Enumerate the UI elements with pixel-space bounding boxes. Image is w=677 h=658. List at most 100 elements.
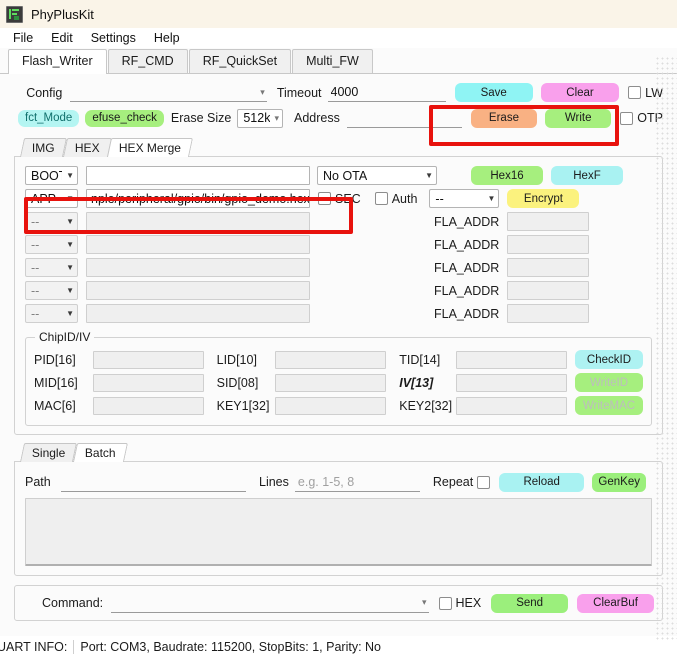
- merge-type-value-4: --: [31, 237, 40, 252]
- command-label: Command:: [42, 596, 104, 610]
- tab-flash-writer[interactable]: Flash_Writer: [8, 49, 107, 74]
- fla-addr-label-6: FLA_ADDR: [434, 283, 500, 298]
- chevron-down-icon: ▼: [66, 285, 74, 295]
- tab-multi-fw[interactable]: Multi_FW: [292, 49, 373, 73]
- chipid-group: ChipID/IV PID[16] LID[10] TID[14] CheckI…: [25, 330, 652, 426]
- hex16-button[interactable]: Hex16: [471, 166, 543, 185]
- menu-item-settings[interactable]: Settings: [83, 29, 144, 47]
- lid-input: [275, 350, 387, 369]
- ota-select-value: No OTA: [323, 168, 368, 183]
- status-bar-separator: [73, 640, 75, 654]
- chipid-row-3: MAC[6] KEY1[32] KEY2[32] WriteMAC: [34, 394, 643, 417]
- merge-row-5: -- ▼ FLA_ADDR: [25, 256, 652, 279]
- batch-tab-strip: Single Batch: [14, 443, 663, 462]
- sec-checkbox-box: [318, 192, 331, 205]
- merge-type-select-boot[interactable]: BOOT ▼: [25, 166, 78, 185]
- efuse-check-badge[interactable]: efuse_check: [85, 109, 164, 127]
- address-label: Address: [293, 111, 340, 125]
- chevron-down-icon: ▼: [66, 308, 74, 318]
- image-notebook: IMG HEX HEX Merge BOOT ▼ No OTA ▼: [14, 138, 663, 435]
- menu-item-file[interactable]: File: [5, 29, 41, 47]
- command-input[interactable]: ▾: [111, 594, 429, 613]
- key1-input: [275, 396, 387, 415]
- right-panel-texture: [655, 56, 677, 641]
- chevron-down-icon: ▾: [421, 597, 427, 607]
- write-mac-button[interactable]: WriteMAC: [574, 396, 643, 415]
- tab-hex[interactable]: HEX: [62, 138, 112, 157]
- tab-hex-label: HEX: [74, 141, 100, 155]
- sid-input: [275, 373, 387, 392]
- merge-path-input-app[interactable]: nple/peripheral/gpio/bin/gpio_demo.hex: [86, 189, 310, 208]
- merge-type-value-6: --: [31, 283, 40, 298]
- auth-checkbox[interactable]: Auth: [374, 192, 417, 206]
- fct-mode-badge[interactable]: fct_Mode: [18, 109, 80, 127]
- merge-type-value-3: --: [31, 214, 40, 229]
- tab-img[interactable]: IMG: [19, 138, 67, 157]
- menu-item-help[interactable]: Help: [146, 29, 188, 47]
- title-bar: PhyPlusKit: [0, 0, 677, 28]
- merge-type-select-5[interactable]: -- ▼: [25, 258, 78, 277]
- fla-addr-label-4: FLA_ADDR: [434, 237, 500, 252]
- tab-hex-merge-label: HEX Merge: [119, 141, 182, 155]
- merge-type-value-app: APP: [31, 191, 57, 206]
- clear-button[interactable]: Clear: [540, 83, 620, 102]
- merge-path-input-3: [86, 212, 310, 231]
- fla-addr-label-7: FLA_ADDR: [434, 306, 500, 321]
- erase-size-select[interactable]: 512k ▾: [237, 108, 283, 128]
- chevron-down-icon: ▼: [66, 170, 74, 180]
- tab-rf-quickset[interactable]: RF_QuickSet: [188, 49, 292, 73]
- tab-rf-cmd[interactable]: RF_CMD: [107, 49, 188, 73]
- write-id-button[interactable]: WriteID: [574, 373, 643, 392]
- iv-label: IV[13]: [399, 375, 434, 390]
- batch-log-area[interactable]: [25, 498, 652, 566]
- flash-writer-panel: Config ▾ Timeout Save Clear LW fct_Mode …: [0, 74, 677, 621]
- address-input[interactable]: [346, 108, 462, 128]
- merge-type-select-app[interactable]: APP ▼: [25, 189, 78, 208]
- batch-path-label: Path: [25, 475, 51, 489]
- check-id-button[interactable]: CheckID: [574, 350, 643, 369]
- encrypt-button[interactable]: Encrypt: [507, 189, 580, 208]
- tab-single[interactable]: Single: [19, 443, 78, 462]
- erase-button[interactable]: Erase: [470, 108, 538, 128]
- batch-path-input[interactable]: [61, 472, 246, 492]
- timeout-input[interactable]: [327, 83, 446, 102]
- config-select[interactable]: ▾: [70, 83, 267, 102]
- fla-addr-input-5: [507, 258, 590, 277]
- merge-type-select-4[interactable]: -- ▼: [25, 235, 78, 254]
- hexf-button[interactable]: HexF: [551, 166, 623, 185]
- menu-item-edit[interactable]: Edit: [43, 29, 81, 47]
- auth-checkbox-box: [374, 192, 388, 205]
- repeat-checkbox[interactable]: Repeat: [432, 475, 491, 489]
- image-tab-strip: IMG HEX HEX Merge: [14, 138, 663, 157]
- reload-button[interactable]: Reload: [499, 472, 585, 492]
- tab-batch[interactable]: Batch: [73, 443, 129, 462]
- key2-label: KEY2[32]: [399, 398, 453, 413]
- merge-type-select-3[interactable]: -- ▼: [25, 212, 78, 231]
- merge-type-select-7[interactable]: -- ▼: [25, 304, 78, 323]
- hex-merge-panel: BOOT ▼ No OTA ▼ Hex16 HexF: [14, 156, 663, 435]
- save-button[interactable]: Save: [454, 83, 533, 102]
- hex-checkbox[interactable]: HEX: [438, 596, 481, 610]
- erase-size-value: 512k: [243, 111, 271, 125]
- tab-hex-merge[interactable]: HEX Merge: [107, 138, 194, 157]
- status-bar: UART INFO: Port: COM3, Baudrate: 115200,…: [0, 636, 677, 658]
- write-button[interactable]: Write: [545, 108, 612, 128]
- merge-type-select-6[interactable]: -- ▼: [25, 281, 78, 300]
- genkey-button[interactable]: GenKey: [592, 472, 647, 492]
- send-button[interactable]: Send: [491, 593, 569, 613]
- sec-checkbox[interactable]: SEC: [318, 192, 361, 206]
- repeat-checkbox-box: [477, 475, 491, 489]
- batch-lines-label: Lines: [259, 475, 289, 489]
- key1-label: KEY1[32]: [216, 398, 270, 413]
- ota-select[interactable]: No OTA ▼: [317, 166, 437, 185]
- repeat-label: Repeat: [432, 475, 474, 489]
- merge-row-7: -- ▼ FLA_ADDR: [25, 302, 652, 325]
- tab-single-label: Single: [31, 446, 66, 460]
- merge-path-input-boot[interactable]: [86, 166, 310, 185]
- batch-lines-input[interactable]: [294, 472, 420, 492]
- mac-input: [92, 396, 204, 415]
- app-icon: [6, 5, 23, 23]
- timeout-label: Timeout: [276, 85, 322, 100]
- encrypt-select[interactable]: -- ▼: [429, 189, 500, 208]
- clearbuf-button[interactable]: ClearBuf: [577, 593, 654, 613]
